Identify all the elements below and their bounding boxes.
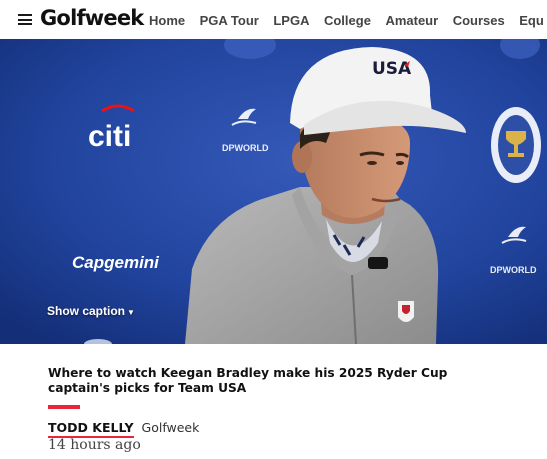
- menu-icon[interactable]: [18, 14, 32, 25]
- article-headline[interactable]: Where to watch Keegan Bradley make his 2…: [48, 366, 498, 396]
- svg-text:DPWORLD: DPWORLD: [490, 265, 537, 275]
- nav-link-home[interactable]: Home: [149, 13, 185, 28]
- nav-link-courses[interactable]: Courses: [453, 13, 505, 28]
- site-logo[interactable]: Golfweek: [40, 6, 144, 30]
- nav-link-lpga[interactable]: LPGA: [273, 13, 309, 28]
- source-label: Golfweek: [141, 420, 200, 435]
- show-caption-label: Show caption: [47, 304, 125, 318]
- cap-usa-logo: USA: [372, 59, 412, 79]
- sponsor-citi-logo: citi: [88, 120, 131, 153]
- lapel-mic-icon: [368, 257, 388, 269]
- chevron-down-icon: ▼: [127, 308, 135, 317]
- hero-photo-illustration: citi DPWORLD Capgemini DPWORLD USA: [0, 39, 547, 344]
- accent-rule: [48, 405, 80, 409]
- nav-link-equipment[interactable]: Equ: [519, 13, 544, 28]
- nav-link-pga-tour[interactable]: PGA Tour: [200, 13, 259, 28]
- sponsor-capgemini-logo: Capgemini: [72, 253, 160, 272]
- svg-text:DPWORLD: DPWORLD: [222, 143, 269, 153]
- timestamp: 14 hours ago: [48, 437, 141, 453]
- nav-link-amateur[interactable]: Amateur: [385, 13, 438, 28]
- byline: TODD KELLY Golfweek: [48, 420, 200, 438]
- hero-image[interactable]: citi DPWORLD Capgemini DPWORLD USA Show …: [0, 39, 547, 344]
- nav-link-college[interactable]: College: [324, 13, 371, 28]
- ryder-cup-badge: [398, 301, 414, 322]
- ryder-cup-emblem: [491, 107, 541, 183]
- top-nav: Golfweek Home PGA Tour LPGA College Amateur C…: [0, 0, 547, 40]
- show-caption-button[interactable]: Show caption ▼: [47, 304, 135, 318]
- author-link[interactable]: TODD KELLY: [48, 420, 134, 438]
- nav-links: Home PGA Tour LPGA College Amateur Courses Equ: [149, 12, 547, 30]
